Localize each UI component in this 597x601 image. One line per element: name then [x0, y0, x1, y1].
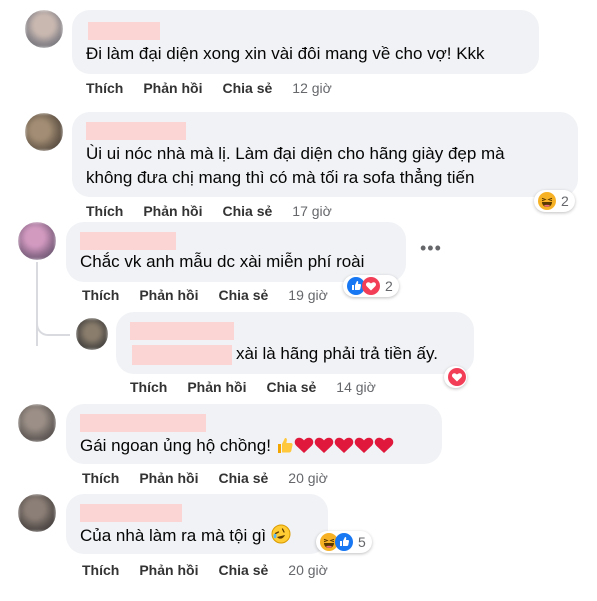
comment-actions: Thích Phản hồi Chia sẻ 14 giờ — [130, 377, 376, 397]
reaction-count: 2 — [385, 278, 393, 294]
timestamp[interactable]: 17 giờ — [292, 203, 332, 219]
share-link[interactable]: Chia sẻ — [266, 379, 316, 395]
like-link[interactable]: Thích — [86, 80, 123, 96]
haha-reaction-icon — [538, 192, 556, 210]
comment-bubble: Đi làm đại diện xong xin vài đôi mang về… — [72, 10, 539, 74]
redacted-author-name[interactable] — [86, 122, 186, 140]
comment-bubble: Chắc vk anh mẫu dc xài miễn phí roài — [66, 222, 406, 282]
share-link[interactable]: Chia sẻ — [218, 470, 268, 486]
reply-link[interactable]: Phản hồi — [139, 562, 198, 578]
comment-bubble: Của nhà làm ra mà tội gì — [66, 494, 328, 554]
like-link[interactable]: Thích — [82, 562, 119, 578]
thread-connector — [36, 300, 70, 336]
timestamp[interactable]: 19 giờ — [288, 287, 328, 303]
share-link[interactable]: Chia sẻ — [222, 80, 272, 96]
reaction-summary[interactable]: 2 — [343, 275, 399, 297]
red-heart-emoji-icon — [334, 436, 354, 454]
avatar[interactable] — [25, 10, 63, 48]
avatar[interactable] — [18, 494, 56, 532]
reply-link[interactable]: Phản hồi — [143, 203, 202, 219]
reply-link[interactable]: Phản hồi — [187, 379, 246, 395]
redacted-author-name[interactable] — [88, 22, 160, 40]
comment-text-line-2: không đưa chị mang thì có mà tối ra sofa… — [86, 168, 475, 187]
comment-bubble: xài là hãng phải trả tiền ấy. — [116, 312, 474, 374]
like-link[interactable]: Thích — [82, 287, 119, 303]
like-reaction-icon — [335, 533, 353, 551]
red-heart-emoji-icon — [354, 436, 374, 454]
comment-actions: Thích Phản hồi Chia sẻ 12 giờ — [86, 78, 332, 98]
red-heart-emoji-icon — [374, 436, 394, 454]
comment-bubble: Ùi ui nóc nhà mà lị. Làm đại diện cho hã… — [72, 112, 578, 197]
comment-text-body: Của nhà làm ra mà tội gì — [80, 526, 267, 545]
comment-text-body: Gái ngoan ủng hộ chồng! — [80, 436, 271, 455]
timestamp[interactable]: 20 giờ — [288, 470, 328, 486]
timestamp[interactable]: 20 giờ — [288, 562, 328, 578]
comment-text-line-1: Ùi ui nóc nhà mà lị. Làm đại diện cho hã… — [86, 144, 505, 163]
reply-link[interactable]: Phản hồi — [139, 470, 198, 486]
reaction-summary[interactable]: 2 — [534, 190, 575, 212]
love-reaction-icon — [362, 277, 380, 295]
timestamp[interactable]: 12 giờ — [292, 80, 332, 96]
thumbs-up-emoji-icon — [276, 436, 294, 454]
comment-text: Chắc vk anh mẫu dc xài miễn phí roài — [80, 252, 365, 271]
rolling-laughing-emoji-icon — [271, 524, 291, 544]
red-heart-emoji-icon — [314, 436, 334, 454]
love-reaction-icon — [448, 368, 466, 386]
redacted-author-name[interactable] — [80, 414, 206, 432]
like-link[interactable]: Thích — [130, 379, 167, 395]
avatar[interactable] — [18, 404, 56, 442]
share-link[interactable]: Chia sẻ — [222, 203, 272, 219]
avatar[interactable] — [25, 113, 63, 151]
share-link[interactable]: Chia sẻ — [218, 287, 268, 303]
comment-text: Đi làm đại diện xong xin vài đôi mang về… — [86, 44, 485, 63]
redacted-author-name[interactable] — [130, 322, 234, 340]
comment-actions: Thích Phản hồi Chia sẻ 19 giờ — [82, 285, 328, 305]
more-options-button[interactable]: ••• — [420, 238, 442, 259]
reaction-count: 5 — [358, 534, 366, 550]
like-link[interactable]: Thích — [86, 203, 123, 219]
reaction-summary[interactable]: 5 — [316, 531, 372, 553]
redacted-author-name[interactable] — [80, 504, 182, 522]
avatar[interactable] — [18, 222, 56, 260]
redacted-author-name[interactable] — [80, 232, 176, 250]
avatar[interactable] — [76, 318, 108, 350]
comment-text: Gái ngoan ủng hộ chồng! — [80, 434, 394, 458]
comment-text: Của nhà làm ra mà tội gì — [80, 524, 291, 548]
reply-link[interactable]: Phản hồi — [143, 80, 202, 96]
comment-actions: Thích Phản hồi Chia sẻ 20 giờ — [82, 560, 328, 580]
comment-bubble: Gái ngoan ủng hộ chồng! — [66, 404, 442, 464]
reaction-summary[interactable] — [444, 366, 467, 388]
like-link[interactable]: Thích — [82, 470, 119, 486]
reply-link[interactable]: Phản hồi — [139, 287, 198, 303]
reaction-count: 2 — [561, 193, 569, 209]
comment-text: xài là hãng phải trả tiền ấy. — [236, 344, 438, 363]
redacted-mention[interactable] — [132, 345, 232, 365]
red-heart-emoji-icon — [294, 436, 314, 454]
comment-actions: Thích Phản hồi Chia sẻ 20 giờ — [82, 468, 328, 488]
comment-actions: Thích Phản hồi Chia sẻ 17 giờ — [86, 201, 332, 221]
share-link[interactable]: Chia sẻ — [218, 562, 268, 578]
timestamp[interactable]: 14 giờ — [336, 379, 376, 395]
